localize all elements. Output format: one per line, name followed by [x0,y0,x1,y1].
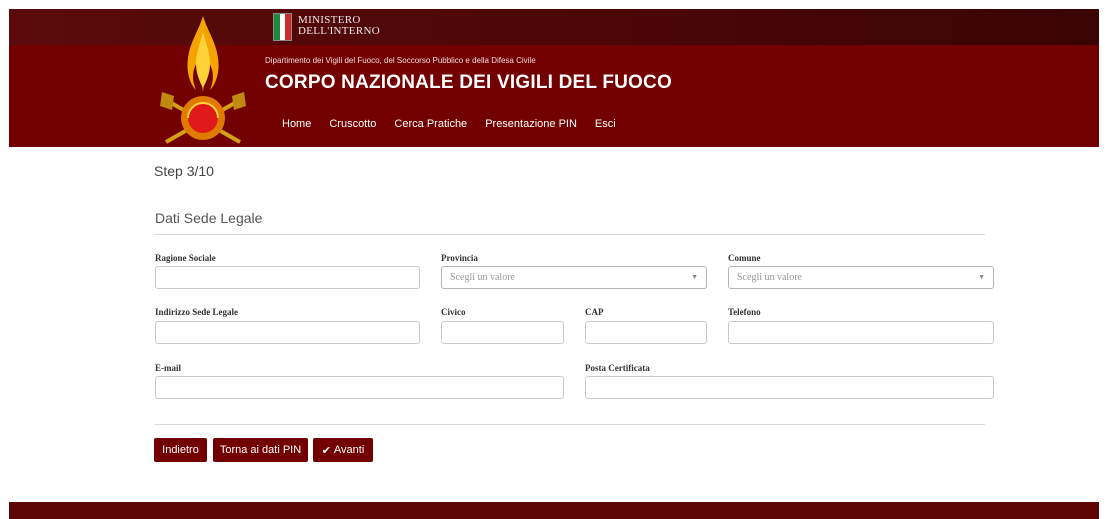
telefono-label: Telefono [728,307,761,317]
department-text: Dipartimento dei Vigili del Fuoco, del S… [265,56,536,65]
email-label: E-mail [155,363,181,373]
telefono-input[interactable] [728,321,994,344]
section-title: Dati Sede Legale [155,210,263,226]
comune-label: Comune [728,253,761,263]
pec-label: Posta Certificata [585,363,650,373]
indirizzo-label: Indirizzo Sede Legale [155,307,238,317]
email-input[interactable] [155,376,564,399]
back-to-pin-button[interactable]: Torna ai dati PIN [213,438,308,462]
nav-presentazione-pin[interactable]: Presentazione PIN [485,118,577,130]
ragione-sociale-label: Ragione Sociale [155,253,216,263]
provincia-placeholder: Scegli un valore [450,272,515,283]
site-title: CORPO NAZIONALE DEI VIGILI DEL FUOCO [265,72,672,93]
ministero-logo-text: MINISTERO DELL'INTERNO [298,15,380,37]
ministero-line2: DELL'INTERNO [298,25,380,37]
comune-placeholder: Scegli un valore [737,272,802,283]
step-indicator: Step 3/10 [154,163,214,179]
pec-input[interactable] [585,376,994,399]
caret-down-icon: ▼ [691,274,698,281]
checkmark-icon: ✔ [321,444,331,457]
section-divider [154,234,985,235]
next-button-label: Avanti [333,444,365,456]
italian-flag-icon [274,14,292,40]
comune-select[interactable]: Scegli un valore ▼ [728,266,994,289]
nav-cerca-pratiche[interactable]: Cerca Pratiche [394,118,467,130]
actions-divider [154,424,985,425]
nav-home[interactable]: Home [282,118,311,130]
nav-cruscotto[interactable]: Cruscotto [329,118,376,130]
next-button[interactable]: ✔ Avanti [313,438,373,462]
main-nav: Home Cruscotto Cerca Pratiche Presentazi… [282,118,634,130]
civico-input[interactable] [441,321,564,344]
cap-label: CAP [585,307,604,317]
ragione-sociale-input[interactable] [155,266,420,289]
cap-input[interactable] [585,321,707,344]
provincia-select[interactable]: Scegli un valore ▼ [441,266,707,289]
nav-esci[interactable]: Esci [595,118,616,130]
caret-down-icon: ▼ [978,274,985,281]
indirizzo-input[interactable] [155,321,420,344]
provincia-label: Provincia [441,253,478,263]
back-button[interactable]: Indietro [154,438,207,462]
footer-bar [9,502,1099,519]
vigili-del-fuoco-emblem-icon[interactable] [160,14,246,148]
civico-label: Civico [441,307,466,317]
